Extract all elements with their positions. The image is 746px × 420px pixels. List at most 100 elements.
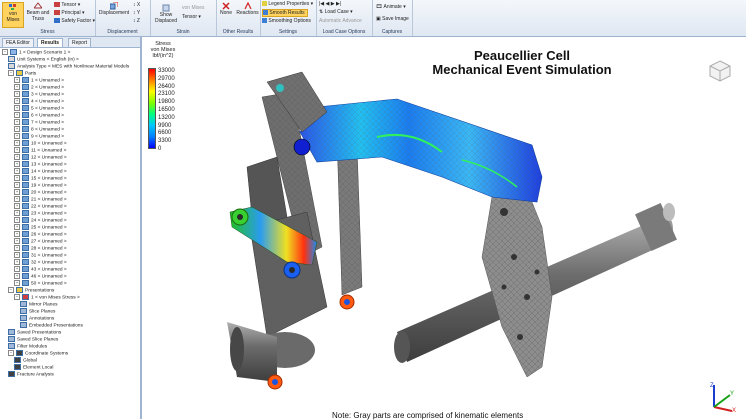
tree-fracture-analysis[interactable]: Fracture Analysis	[8, 371, 54, 378]
expand-toggle-icon[interactable]: +	[14, 238, 20, 244]
strain-tensor-button[interactable]: Tensor ▾	[182, 14, 201, 20]
expand-toggle-icon[interactable]: +	[14, 203, 20, 209]
expand-toggle-icon[interactable]: +	[14, 91, 20, 97]
tree-design-scenario[interactable]: − 1 < Design Scenario 1 >	[2, 49, 70, 56]
animate-button[interactable]: 🎞 Animate ▾	[376, 4, 406, 10]
tree-part-item[interactable]: +25 < Unnamed >	[14, 224, 67, 231]
expand-toggle-icon[interactable]: +	[14, 161, 20, 167]
expand-toggle-icon[interactable]: +	[14, 119, 20, 125]
expand-toggle-icon[interactable]: +	[14, 196, 20, 202]
tree-part-item[interactable]: +13 < Unnamed >	[14, 161, 67, 168]
reactions-button[interactable]: Reactions	[236, 2, 259, 26]
expand-toggle-icon[interactable]: −	[2, 49, 8, 55]
legend-properties-button[interactable]: Legend Properties ▾	[262, 1, 313, 7]
tree-part-item[interactable]: +1 < Unnamed >	[14, 77, 64, 84]
next-icon[interactable]: ▶	[331, 1, 335, 7]
tab-results[interactable]: Results	[37, 38, 64, 47]
tree-part-item[interactable]: +7 < Unnamed >	[14, 119, 64, 126]
tree-presentation-item[interactable]: Annotations	[20, 315, 54, 322]
save-image-button[interactable]: ▣ Save Image	[376, 16, 409, 22]
z-button[interactable]: ↕ Z	[133, 18, 140, 24]
expand-toggle-icon[interactable]: −	[8, 350, 14, 356]
tree-part-item[interactable]: +31 < Unnamed >	[14, 252, 67, 259]
expand-toggle-icon[interactable]: +	[14, 266, 20, 272]
view-cube-icon[interactable]	[709, 60, 731, 82]
tree-presentation-item[interactable]: Mirror Planes	[20, 301, 58, 308]
tree-part-item[interactable]: +20 < Unnamed >	[14, 189, 67, 196]
expand-toggle-icon[interactable]: +	[14, 259, 20, 265]
load-case-button[interactable]: ⇅ Load Case ▾	[319, 9, 353, 15]
expand-toggle-icon[interactable]: −	[14, 294, 20, 300]
tree-presentation-item[interactable]: Embedded Presentations	[20, 322, 83, 329]
tree-part-item[interactable]: +21 < Unnamed >	[14, 196, 67, 203]
tree-part-item[interactable]: +46 < Unnamed >	[14, 273, 67, 280]
playback-controls[interactable]: |◀ ◀ ▶ ▶|	[319, 1, 341, 7]
expand-toggle-icon[interactable]: +	[14, 217, 20, 223]
tree-part-item[interactable]: +5 < Unnamed >	[14, 105, 64, 112]
expand-toggle-icon[interactable]: +	[14, 140, 20, 146]
tensor-button[interactable]: Tensor ▾	[54, 2, 80, 8]
expand-toggle-icon[interactable]: −	[8, 287, 14, 293]
expand-toggle-icon[interactable]: +	[14, 273, 20, 279]
expand-toggle-icon[interactable]: +	[14, 105, 20, 111]
y-button[interactable]: ↕ Y	[133, 10, 140, 16]
tree-part-item[interactable]: +12 < Unnamed >	[14, 154, 67, 161]
expand-toggle-icon[interactable]: +	[14, 147, 20, 153]
automatic-advance-button[interactable]: Automatic Advance	[319, 18, 362, 24]
tree-part-item[interactable]: +8 < Unnamed >	[14, 126, 64, 133]
tree-presentation-item[interactable]: − 1 < von Mises Stress >	[14, 294, 80, 301]
expand-toggle-icon[interactable]: +	[14, 189, 20, 195]
prev-icon[interactable]: ◀	[326, 1, 330, 7]
smoothing-options-button[interactable]: Smoothing Options	[262, 18, 311, 24]
tab-report[interactable]: Report	[68, 38, 92, 47]
tree-part-item[interactable]: +24 < Unnamed >	[14, 217, 67, 224]
expand-toggle-icon[interactable]: +	[14, 182, 20, 188]
expand-toggle-icon[interactable]: +	[14, 231, 20, 237]
tree-part-item[interactable]: +23 < Unnamed >	[14, 210, 67, 217]
tree-part-item[interactable]: +15 < Unnamed >	[14, 175, 67, 182]
tree-saved-slice-planes[interactable]: Saved Slice Planes	[8, 336, 58, 343]
tree-presentation-item[interactable]: Slice Planes	[20, 308, 55, 315]
tree-coordinate-systems[interactable]: − Coordinate Systems	[8, 350, 68, 357]
tree-part-item[interactable]: +9 < Unnamed >	[14, 133, 64, 140]
expand-toggle-icon[interactable]: +	[14, 245, 20, 251]
show-displaced-button[interactable]: Show Displaced	[153, 4, 179, 26]
tree-parts[interactable]: − Parts	[8, 70, 36, 77]
expand-toggle-icon[interactable]: +	[14, 133, 20, 139]
tree-part-item[interactable]: +10 < Unnamed >	[14, 140, 67, 147]
tree-analysis-type[interactable]: Analysis Type < MES with Nonlinear Mater…	[8, 63, 129, 70]
tree-part-item[interactable]: +14 < Unnamed >	[14, 168, 67, 175]
expand-toggle-icon[interactable]: +	[14, 98, 20, 104]
principal-button[interactable]: Principal ▾	[54, 10, 84, 16]
tree-saved-presentations[interactable]: Saved Presentations	[8, 329, 61, 336]
expand-toggle-icon[interactable]: +	[14, 77, 20, 83]
tree-part-item[interactable]: +11 < Unnamed >	[14, 147, 66, 154]
displacement-button[interactable]: Displacement	[98, 2, 130, 26]
expand-toggle-icon[interactable]: +	[14, 84, 20, 90]
tab-fea-editor[interactable]: FEA Editor	[2, 38, 34, 47]
tree-part-item[interactable]: +43 < Unnamed >	[14, 266, 67, 273]
model-viewport[interactable]: Stress von Mises lbf/(in^2) 33000 29700 26…	[142, 37, 746, 420]
none-button[interactable]: None	[217, 2, 235, 26]
tree-part-item[interactable]: +27 < Unnamed >	[14, 238, 67, 245]
tree-part-item[interactable]: +4 < Unnamed >	[14, 98, 64, 105]
tree-part-item[interactable]: +50 < Unnamed >	[14, 280, 67, 287]
tree-filter-modules[interactable]: Filter Modules	[8, 343, 47, 350]
expand-toggle-icon[interactable]: +	[14, 252, 20, 258]
expand-toggle-icon[interactable]: +	[14, 112, 20, 118]
expand-toggle-icon[interactable]: +	[14, 126, 20, 132]
tree-part-item[interactable]: +28 < Unnamed >	[14, 245, 67, 252]
tree-element-local[interactable]: Element Local	[14, 364, 53, 371]
smooth-results-button[interactable]: Smooth Results	[262, 9, 308, 17]
expand-toggle-icon[interactable]: +	[14, 175, 20, 181]
last-icon[interactable]: ▶|	[336, 1, 341, 7]
mechanism-model[interactable]	[142, 37, 746, 407]
expand-toggle-icon[interactable]: +	[14, 210, 20, 216]
von-mises-button[interactable]: von Mises	[2, 2, 24, 28]
tree-part-item[interactable]: +3 < Unnamed >	[14, 91, 64, 98]
tree-part-item[interactable]: +22 < Unnamed >	[14, 203, 67, 210]
tree-part-item[interactable]: +6 < Unnamed >	[14, 112, 64, 119]
tree-part-item[interactable]: +26 < Unnamed >	[14, 231, 67, 238]
expand-toggle-icon[interactable]: +	[14, 154, 20, 160]
tree-part-item[interactable]: +19 < Unnamed >	[14, 182, 67, 189]
